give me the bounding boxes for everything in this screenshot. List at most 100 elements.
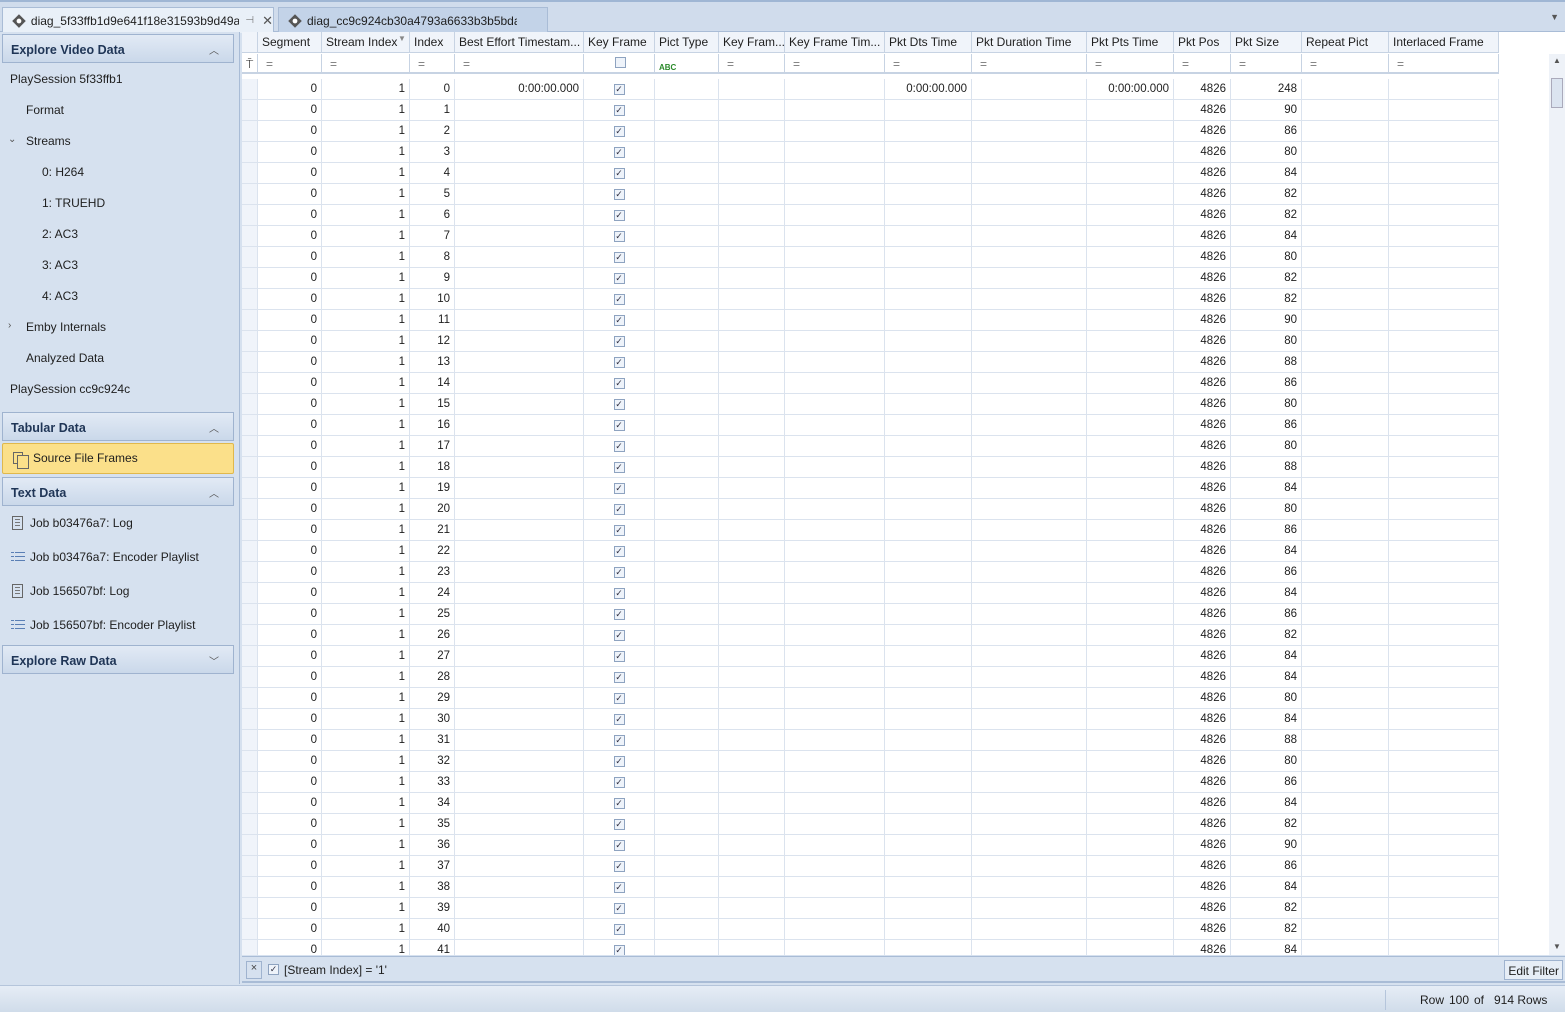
cell-interlaced-frame[interactable] <box>1389 856 1499 877</box>
cell-pkt-dts-time[interactable] <box>885 919 972 940</box>
row-indicator[interactable] <box>242 457 258 478</box>
cell-stream-index[interactable]: 1 <box>322 121 410 142</box>
group-explore-video-data[interactable]: Explore Video Data ︿ <box>2 34 234 63</box>
cell-key-frame-type[interactable] <box>719 793 785 814</box>
cell-best-effort-timestamp[interactable] <box>455 100 584 121</box>
cell-pkt-duration-time[interactable] <box>972 562 1087 583</box>
cell-repeat-pict[interactable] <box>1302 835 1389 856</box>
cell-interlaced-frame[interactable] <box>1389 121 1499 142</box>
cell-key-frame-type[interactable] <box>719 268 785 289</box>
cell-best-effort-timestamp[interactable] <box>455 604 584 625</box>
cell-pkt-dts-time[interactable] <box>885 121 972 142</box>
cell-interlaced-frame[interactable] <box>1389 898 1499 919</box>
cell-interlaced-frame[interactable] <box>1389 184 1499 205</box>
cell-stream-index[interactable]: 1 <box>322 919 410 940</box>
cell-index[interactable]: 21 <box>410 520 455 541</box>
cell-pkt-size[interactable]: 84 <box>1231 163 1302 184</box>
cell-segment[interactable]: 0 <box>258 415 322 436</box>
cell-segment[interactable]: 0 <box>258 541 322 562</box>
cell-pkt-dts-time[interactable] <box>885 730 972 751</box>
row-indicator[interactable] <box>242 520 258 541</box>
cell-stream-index[interactable]: 1 <box>322 541 410 562</box>
cell-key-frame-type[interactable] <box>719 499 785 520</box>
row-indicator[interactable] <box>242 247 258 268</box>
cell-repeat-pict[interactable] <box>1302 373 1389 394</box>
filter-cell-pkt-pos[interactable]: = <box>1174 54 1231 74</box>
cell-segment[interactable]: 0 <box>258 709 322 730</box>
cell-pict-type[interactable] <box>655 583 719 604</box>
cell-pkt-dts-time[interactable] <box>885 814 972 835</box>
cell-stream-index[interactable]: 1 <box>322 394 410 415</box>
cell-key-frame-type[interactable] <box>719 898 785 919</box>
row-indicator[interactable] <box>242 940 258 955</box>
cell-pkt-size[interactable]: 84 <box>1231 541 1302 562</box>
cell-segment[interactable]: 0 <box>258 205 322 226</box>
cell-interlaced-frame[interactable] <box>1389 415 1499 436</box>
cell-repeat-pict[interactable] <box>1302 583 1389 604</box>
cell-repeat-pict[interactable] <box>1302 919 1389 940</box>
filter-cell-segment[interactable]: = <box>258 54 322 74</box>
cell-pkt-dts-time[interactable] <box>885 352 972 373</box>
cell-pkt-pos[interactable]: 4826 <box>1174 100 1231 121</box>
cell-pkt-duration-time[interactable] <box>972 709 1087 730</box>
cell-pkt-size[interactable]: 86 <box>1231 604 1302 625</box>
cell-key-frame-type[interactable] <box>719 709 785 730</box>
cell-best-effort-timestamp[interactable] <box>455 331 584 352</box>
cell-interlaced-frame[interactable] <box>1389 940 1499 955</box>
cell-index[interactable]: 9 <box>410 268 455 289</box>
cell-pkt-duration-time[interactable] <box>972 898 1087 919</box>
cell-index[interactable]: 35 <box>410 814 455 835</box>
cell-interlaced-frame[interactable] <box>1389 667 1499 688</box>
cell-pkt-duration-time[interactable] <box>972 394 1087 415</box>
cell-interlaced-frame[interactable] <box>1389 646 1499 667</box>
cell-key-frame[interactable]: ✓ <box>584 331 655 352</box>
cell-pkt-duration-time[interactable] <box>972 499 1087 520</box>
cell-key-frame-time[interactable] <box>785 625 885 646</box>
cell-pkt-size[interactable]: 84 <box>1231 793 1302 814</box>
cell-best-effort-timestamp[interactable] <box>455 310 584 331</box>
cell-interlaced-frame[interactable] <box>1389 289 1499 310</box>
cell-pkt-size[interactable]: 82 <box>1231 289 1302 310</box>
cell-pkt-duration-time[interactable] <box>972 604 1087 625</box>
cell-key-frame-time[interactable] <box>785 751 885 772</box>
cell-pkt-pos[interactable]: 4826 <box>1174 121 1231 142</box>
cell-pict-type[interactable] <box>655 163 719 184</box>
cell-key-frame-time[interactable] <box>785 415 885 436</box>
cell-repeat-pict[interactable] <box>1302 793 1389 814</box>
cell-pkt-pts-time[interactable] <box>1087 247 1174 268</box>
row-indicator[interactable] <box>242 562 258 583</box>
cell-pkt-pts-time[interactable] <box>1087 100 1174 121</box>
cell-pkt-duration-time[interactable] <box>972 730 1087 751</box>
cell-index[interactable]: 20 <box>410 499 455 520</box>
cell-pict-type[interactable] <box>655 877 719 898</box>
cell-pkt-pts-time[interactable] <box>1087 772 1174 793</box>
cell-repeat-pict[interactable] <box>1302 394 1389 415</box>
cell-key-frame-time[interactable] <box>785 478 885 499</box>
cell-pkt-pos[interactable]: 4826 <box>1174 205 1231 226</box>
row-indicator[interactable] <box>242 373 258 394</box>
cell-index[interactable]: 11 <box>410 310 455 331</box>
cell-pkt-duration-time[interactable] <box>972 688 1087 709</box>
cell-key-frame[interactable]: ✓ <box>584 667 655 688</box>
cell-key-frame-time[interactable] <box>785 940 885 955</box>
cell-pict-type[interactable] <box>655 898 719 919</box>
cell-index[interactable]: 32 <box>410 751 455 772</box>
cell-interlaced-frame[interactable] <box>1389 835 1499 856</box>
cell-stream-index[interactable]: 1 <box>322 604 410 625</box>
row-indicator[interactable] <box>242 226 258 247</box>
cell-pkt-dts-time[interactable] <box>885 604 972 625</box>
cell-key-frame-type[interactable] <box>719 772 785 793</box>
cell-best-effort-timestamp[interactable] <box>455 247 584 268</box>
cell-key-frame-type[interactable] <box>719 205 785 226</box>
cell-segment[interactable]: 0 <box>258 919 322 940</box>
cell-key-frame-type[interactable] <box>719 226 785 247</box>
row-indicator[interactable] <box>242 604 258 625</box>
cell-pkt-dts-time[interactable] <box>885 373 972 394</box>
cell-pkt-size[interactable]: 86 <box>1231 520 1302 541</box>
cell-interlaced-frame[interactable] <box>1389 688 1499 709</box>
cell-pkt-pos[interactable]: 4826 <box>1174 394 1231 415</box>
cell-index[interactable]: 38 <box>410 877 455 898</box>
row-indicator[interactable] <box>242 352 258 373</box>
cell-pkt-pos[interactable]: 4826 <box>1174 310 1231 331</box>
key-frame-checkbox[interactable]: ✓ <box>613 756 625 767</box>
